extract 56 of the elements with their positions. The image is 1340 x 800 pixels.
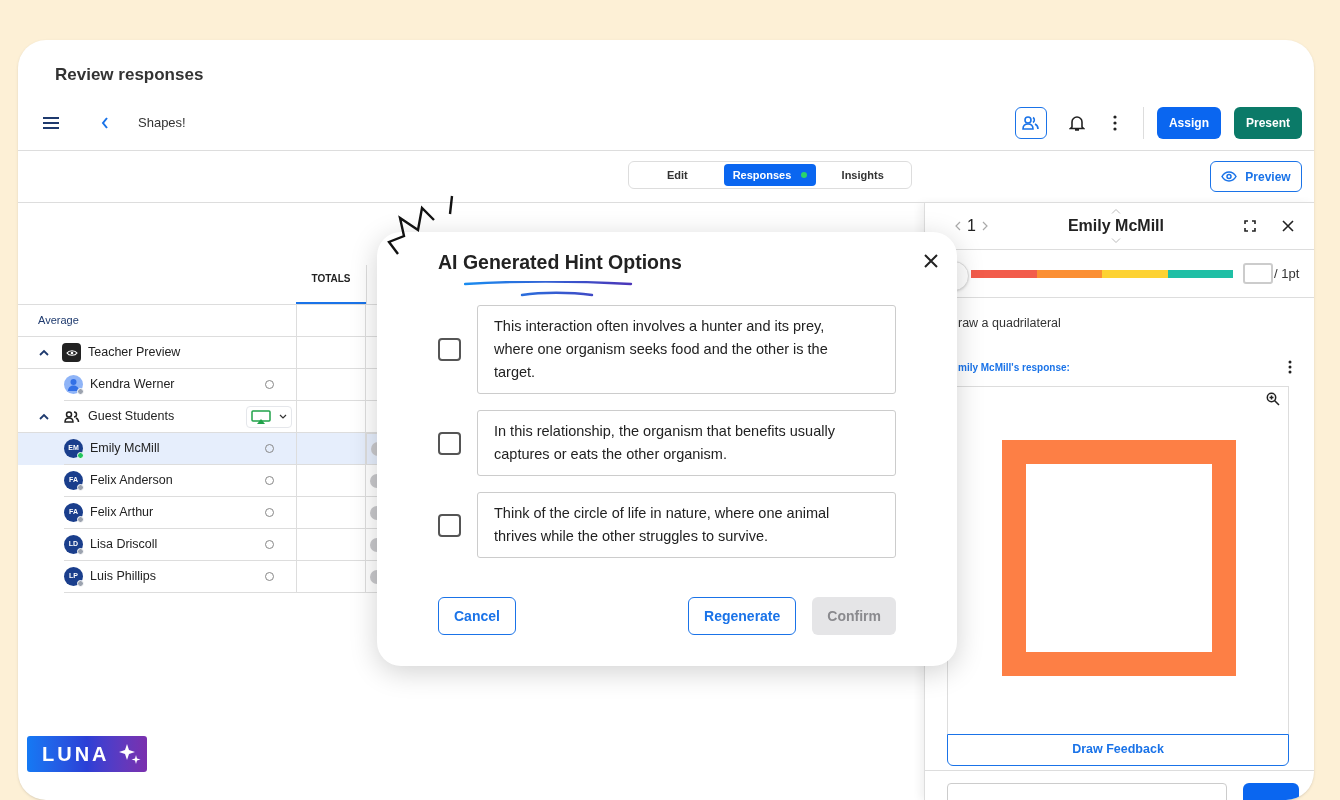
response-number: 1 (967, 216, 976, 236)
close-icon[interactable] (1282, 220, 1294, 232)
fullscreen-icon[interactable] (1244, 220, 1256, 232)
luna-badge[interactable]: LUNA (27, 736, 147, 772)
menu-icon[interactable] (42, 116, 60, 130)
student-name-heading: Emily McMill (1067, 216, 1164, 236)
view-tab[interactable]: Edit (631, 164, 724, 186)
dialog-button[interactable]: Regenerate (688, 597, 797, 636)
people-icon (1021, 116, 1040, 130)
eye-icon (1221, 171, 1238, 182)
question-prompt: raw a quadrilateral (958, 315, 1062, 332)
view-tab[interactable]: Responses (723, 164, 817, 186)
screen-share-dropdown[interactable] (246, 405, 292, 428)
response-label: mily McMill's response: (958, 360, 1070, 375)
student-name: Felix Anderson (90, 472, 173, 490)
hint-option[interactable]: In this relationship, the organism that benefits usually captures or eats the other organism. (477, 410, 896, 477)
people-button[interactable] (1014, 107, 1047, 139)
average-label: Average (38, 313, 79, 329)
confirm-button: Confirm (812, 597, 896, 636)
hint-option[interactable]: This interaction often involves a hunter and its prey, where one organism seeks food and the other is the target. (477, 305, 896, 395)
present-button[interactable]: Present (1233, 107, 1302, 139)
checkbox[interactable] (438, 431, 461, 455)
assign-button[interactable]: Assign (1156, 107, 1221, 139)
student-name: Luis Phillips (90, 568, 156, 586)
people-icon (62, 410, 81, 423)
back-chevron-icon[interactable] (100, 116, 110, 130)
preview-button[interactable]: Preview (1210, 161, 1302, 192)
view-tab[interactable]: Insights (816, 164, 909, 186)
teacher-preview-icon (62, 343, 81, 362)
assignment-title: Shapes! (138, 114, 186, 133)
group-name: Guest Students (88, 408, 175, 426)
score-input[interactable] (1243, 263, 1273, 284)
checkbox[interactable] (438, 513, 461, 537)
student-name: Lisa Driscoll (90, 536, 158, 554)
luna-label: LUNA (42, 742, 110, 767)
checkbox[interactable] (438, 338, 461, 362)
screen-share-icon (251, 409, 271, 424)
max-points: / 1pt (1274, 264, 1300, 283)
student-name: Felix Arthur (90, 504, 154, 522)
collapse-caret-icon[interactable] (38, 349, 50, 356)
zoom-icon[interactable] (1266, 391, 1280, 406)
more-icon[interactable] (1288, 360, 1292, 375)
hint-option[interactable]: Think of the circle of life in nature, where one animal thrives while the other struggles to survive. (477, 492, 896, 559)
draw-feedback-button[interactable]: Draw Feedback (947, 733, 1289, 766)
bell-icon[interactable] (1068, 114, 1085, 132)
page-title: Review responses (55, 65, 204, 84)
dialog-button[interactable]: Cancel (438, 597, 516, 636)
column-header[interactable]: TOTALS (296, 255, 366, 304)
close-button[interactable] (924, 254, 938, 268)
caret-icon (279, 414, 287, 419)
more-icon[interactable] (1112, 115, 1117, 131)
student-name: Emily McMill (90, 440, 160, 458)
collapse-caret-icon[interactable] (38, 413, 50, 420)
group-name: Teacher Preview (88, 344, 181, 362)
student-name: Kendra Werner (90, 376, 175, 394)
dialog-title: AI Generated Hint Options (438, 250, 682, 275)
